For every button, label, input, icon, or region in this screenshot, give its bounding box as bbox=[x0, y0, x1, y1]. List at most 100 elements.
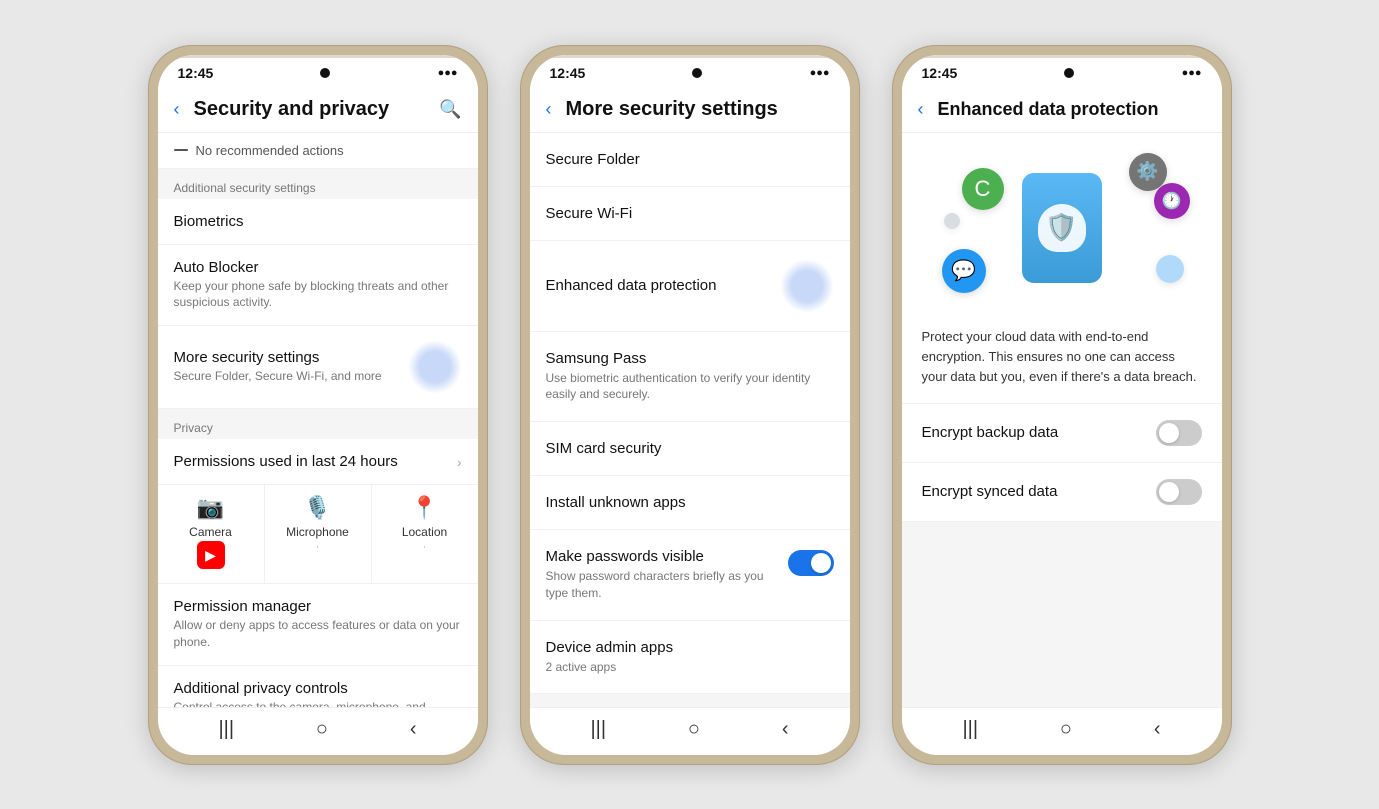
ripple-effect-1 bbox=[408, 340, 462, 394]
auto-blocker-subtitle: Keep your phone safe by blocking threats… bbox=[174, 278, 462, 312]
make-passwords-sub: Show password characters briefly as you … bbox=[546, 568, 776, 602]
secure-folder-title: Secure Folder bbox=[546, 151, 834, 168]
biometrics-item[interactable]: Biometrics bbox=[158, 199, 478, 245]
microphone-icon: 🎙️ bbox=[304, 495, 331, 521]
status-icons-2: ●●● bbox=[810, 67, 830, 79]
messages-icon: 💬 bbox=[942, 249, 986, 293]
time-2: 12:45 bbox=[550, 65, 586, 81]
device-admin-title: Device admin apps bbox=[546, 639, 834, 656]
bottom-nav-3: ||| ○ ‹ bbox=[902, 707, 1222, 755]
protect-text: Protect your cloud data with end-to-end … bbox=[902, 313, 1222, 404]
permissions-title: Permissions used in last 24 hours bbox=[174, 453, 447, 470]
hero-area: C 💬 🛡️ ⚙️ 🕐 bbox=[902, 133, 1222, 313]
more-security-title: More security settings bbox=[174, 349, 398, 366]
device-admin-sub: 2 active apps bbox=[546, 659, 834, 676]
install-unknown-title: Install unknown apps bbox=[546, 494, 834, 511]
biometrics-title: Biometrics bbox=[174, 213, 462, 230]
ripple-effect-2 bbox=[780, 259, 834, 313]
device-admin-item[interactable]: Device admin apps 2 active apps bbox=[530, 621, 850, 695]
microphone-perm[interactable]: 🎙️ Microphone · bbox=[265, 485, 372, 583]
encrypt-synced-label: Encrypt synced data bbox=[922, 483, 1058, 500]
encrypt-backup-row[interactable]: Encrypt backup data bbox=[902, 404, 1222, 463]
location-perm[interactable]: 📍 Location · bbox=[372, 485, 478, 583]
back-button-2[interactable]: ‹ bbox=[546, 97, 558, 122]
shield-icon: 🛡️ bbox=[1038, 204, 1086, 252]
encrypt-synced-toggle[interactable] bbox=[1156, 479, 1202, 505]
make-passwords-item[interactable]: Make passwords visible Show password cha… bbox=[530, 530, 850, 621]
contacts-icon: C bbox=[962, 168, 1004, 210]
privacy-controls-item[interactable]: Additional privacy controls Control acce… bbox=[158, 666, 478, 707]
nav-back-1[interactable]: ‹ bbox=[410, 718, 417, 741]
nav-home-3[interactable]: ○ bbox=[1060, 718, 1072, 741]
sim-security-title: SIM card security bbox=[546, 440, 834, 457]
more-security-item[interactable]: More security settings Secure Folder, Se… bbox=[158, 326, 478, 409]
nav-recent-1[interactable]: ||| bbox=[218, 718, 234, 741]
install-unknown-item[interactable]: Install unknown apps bbox=[530, 476, 850, 530]
location-label: Location bbox=[402, 525, 447, 539]
auto-blocker-item[interactable]: Auto Blocker Keep your phone safe by blo… bbox=[158, 245, 478, 327]
privacy-controls-subtitle: Control access to the camera, microphone… bbox=[174, 699, 462, 707]
encrypt-synced-row[interactable]: Encrypt synced data bbox=[902, 463, 1222, 522]
chevron-icon-permissions: › bbox=[457, 454, 462, 470]
no-action-bar: No recommended actions bbox=[158, 133, 478, 169]
page-header-2: ‹ More security settings bbox=[530, 85, 850, 133]
no-action-text: No recommended actions bbox=[196, 143, 344, 158]
clock-icon: 🕐 bbox=[1154, 183, 1190, 219]
nav-back-2[interactable]: ‹ bbox=[782, 718, 789, 741]
privacy-label: Privacy bbox=[158, 409, 478, 439]
camera-dot-3 bbox=[1064, 68, 1074, 78]
search-icon-1[interactable]: 🔍 bbox=[439, 99, 461, 120]
status-icons-3: ●●● bbox=[1182, 67, 1202, 79]
page-header-3: ‹ Enhanced data protection bbox=[902, 85, 1222, 133]
secure-wifi-title: Secure Wi-Fi bbox=[546, 205, 834, 222]
permission-manager-subtitle: Allow or deny apps to access features or… bbox=[174, 617, 462, 651]
camera-label: Camera bbox=[189, 525, 232, 539]
permission-manager-item[interactable]: Permission manager Allow or deny apps to… bbox=[158, 584, 478, 666]
samsung-pass-title: Samsung Pass bbox=[546, 350, 834, 367]
camera-icon: 📷 bbox=[197, 495, 224, 521]
phone-3: 12:45 ●●● ‹ Enhanced data protection C 💬… bbox=[892, 45, 1232, 765]
screen-content-2: Secure Folder Secure Wi-Fi Enhanced data… bbox=[530, 133, 850, 707]
location-sub: · bbox=[423, 541, 427, 553]
microphone-sub: · bbox=[316, 541, 320, 553]
screen-content-1: No recommended actions Additional securi… bbox=[158, 133, 478, 707]
youtube-icon: ▶ bbox=[197, 541, 225, 569]
enhanced-protection-item[interactable]: Enhanced data protection bbox=[530, 241, 850, 332]
samsung-pass-sub: Use biometric authentication to verify y… bbox=[546, 370, 834, 404]
phone-1: 12:45 ●●● ‹ Security and privacy 🔍 No re… bbox=[148, 45, 488, 765]
phone-2: 12:45 ●●● ‹ More security settings Secur… bbox=[520, 45, 860, 765]
back-button-1[interactable]: ‹ bbox=[174, 97, 186, 122]
nav-home-1[interactable]: ○ bbox=[316, 718, 328, 741]
status-bar-2: 12:45 ●●● bbox=[530, 55, 850, 85]
samsung-pass-item[interactable]: Samsung Pass Use biometric authenticatio… bbox=[530, 332, 850, 423]
back-button-3[interactable]: ‹ bbox=[918, 97, 930, 122]
circle-decoration bbox=[1156, 255, 1184, 283]
time-1: 12:45 bbox=[178, 65, 214, 81]
secure-folder-item[interactable]: Secure Folder bbox=[530, 133, 850, 187]
make-passwords-title: Make passwords visible bbox=[546, 548, 776, 565]
shield-phone: 🛡️ bbox=[1022, 173, 1102, 283]
sim-security-item[interactable]: SIM card security bbox=[530, 422, 850, 476]
encrypt-backup-toggle[interactable] bbox=[1156, 420, 1202, 446]
privacy-controls-title: Additional privacy controls bbox=[174, 680, 462, 697]
secure-wifi-item[interactable]: Secure Wi-Fi bbox=[530, 187, 850, 241]
nav-recent-3[interactable]: ||| bbox=[962, 718, 978, 741]
make-passwords-toggle[interactable] bbox=[788, 550, 834, 576]
nav-home-2[interactable]: ○ bbox=[688, 718, 700, 741]
status-icons-1: ●●● bbox=[438, 67, 458, 79]
permissions-item[interactable]: Permissions used in last 24 hours › bbox=[158, 439, 478, 485]
status-bar-3: 12:45 ●●● bbox=[902, 55, 1222, 85]
nav-back-3[interactable]: ‹ bbox=[1154, 718, 1161, 741]
dot-decoration bbox=[944, 213, 960, 229]
screen-content-3: C 💬 🛡️ ⚙️ 🕐 Protect your cloud data with… bbox=[902, 133, 1222, 707]
camera-perm[interactable]: 📷 Camera ▶ bbox=[158, 485, 265, 583]
page-header-1: ‹ Security and privacy 🔍 bbox=[158, 85, 478, 133]
time-3: 12:45 bbox=[922, 65, 958, 81]
microphone-label: Microphone bbox=[286, 525, 349, 539]
nav-recent-2[interactable]: ||| bbox=[590, 718, 606, 741]
auto-blocker-title: Auto Blocker bbox=[174, 259, 462, 276]
location-icon: 📍 bbox=[411, 495, 438, 521]
page-title-3: Enhanced data protection bbox=[938, 99, 1206, 120]
dash-icon bbox=[174, 149, 188, 151]
bottom-nav-2: ||| ○ ‹ bbox=[530, 707, 850, 755]
